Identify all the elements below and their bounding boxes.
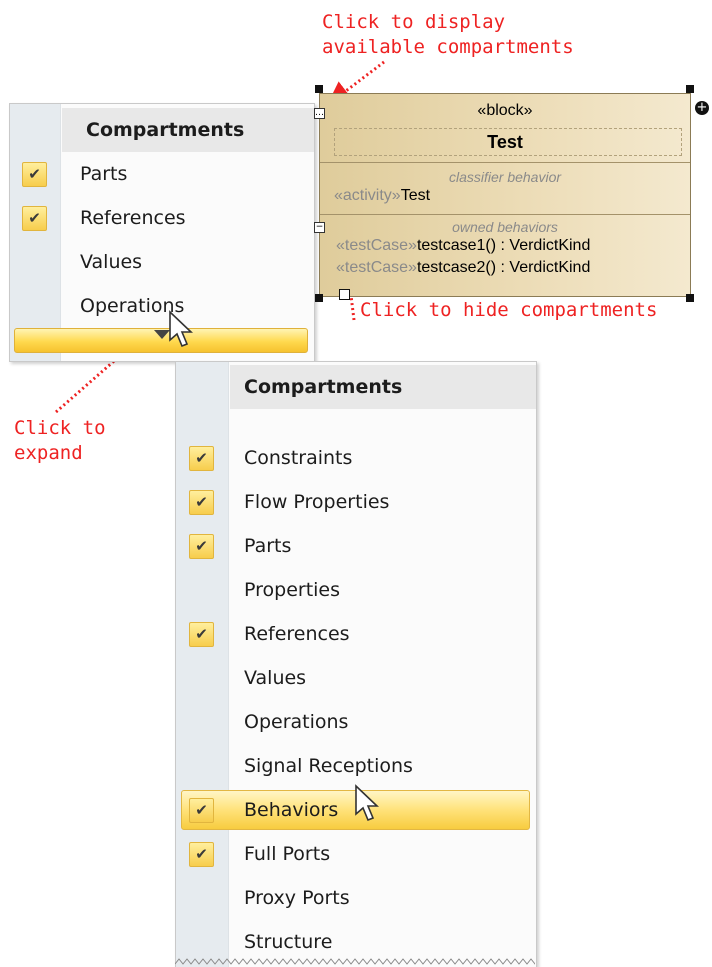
- hide-compartment-button[interactable]: −: [314, 222, 325, 233]
- owned-behavior-name: testcase1: [416, 237, 486, 254]
- block-name: Test: [487, 132, 523, 152]
- check-icon: ✔: [189, 621, 214, 647]
- compartment-item-label: Behaviors: [244, 799, 339, 821]
- annotation-hide-compartments: Click to hide compartments: [360, 299, 658, 321]
- compartment-item-label: Structure: [244, 931, 333, 953]
- dots-icon: …: [315, 108, 324, 118]
- owned-behaviors-caption: owned behaviors: [452, 219, 558, 235]
- compartment-item[interactable]: ✔ Flow Properties: [176, 480, 536, 524]
- owned-behavior-name: testcase2: [416, 259, 486, 276]
- owned-behavior-signature: () : VerdictKind: [485, 237, 591, 254]
- resize-handle-top-right[interactable]: [686, 85, 694, 93]
- compartment-item-label: Values: [80, 251, 143, 273]
- compartment-item[interactable]: ✔ Parts: [176, 524, 536, 568]
- compartment-item-label: Signal Receptions: [244, 755, 413, 777]
- show-compartments-button[interactable]: …: [314, 108, 325, 119]
- block-stereotype: «block»: [477, 102, 533, 119]
- cursor-pointer-icon: [169, 310, 193, 348]
- annotation-line: Click to display: [322, 11, 506, 33]
- owned-behavior-row[interactable]: «testCase»testcase1() : VerdictKind: [336, 237, 590, 255]
- owned-behaviors-compartment: owned behaviors «testCase»testcase1() : …: [320, 214, 690, 299]
- annotation-line: expand: [14, 442, 83, 464]
- menu-scroll-edge: [175, 958, 535, 965]
- cursor-pointer-icon: [355, 784, 379, 822]
- compartment-item[interactable]: ✔ Full Ports: [176, 832, 536, 876]
- resize-handle-bottom-left[interactable]: [315, 294, 323, 302]
- menu-header-label: Compartments: [86, 119, 245, 141]
- compartment-item-label: Values: [244, 667, 307, 689]
- collapse-icon: −: [315, 222, 324, 232]
- compartment-item[interactable]: ✔ Parts: [10, 152, 314, 196]
- compartments-menu-expanded: Compartments ✔ Constraints ✔ Flow Propertie…: [175, 361, 537, 967]
- port-marker-icon[interactable]: [339, 289, 350, 300]
- check-icon: ✔: [189, 445, 214, 471]
- compartment-item[interactable]: Values: [10, 240, 314, 284]
- check-icon: ✔: [189, 489, 214, 515]
- check-icon: ✔: [189, 533, 214, 559]
- compartment-item-label: Parts: [244, 535, 292, 557]
- check-icon: ✔: [22, 161, 47, 187]
- compartment-item[interactable]: ✔ References: [10, 196, 314, 240]
- menu-header-label: Compartments: [244, 376, 403, 398]
- owned-behavior-stereotype: «testCase»: [336, 237, 417, 254]
- owned-behavior-signature: () : VerdictKind: [485, 259, 591, 276]
- compartment-item-label: Operations: [244, 711, 349, 733]
- annotation-line: Click to: [14, 417, 106, 439]
- classifier-behavior-caption: classifier behavior: [448, 169, 562, 185]
- add-icon[interactable]: +: [695, 101, 709, 115]
- resize-handle-bottom-right[interactable]: [686, 294, 694, 302]
- compartment-item-label: References: [80, 207, 186, 229]
- annotation-expand: Click to expand: [14, 416, 106, 466]
- compartment-item-label: Properties: [244, 579, 341, 601]
- classifier-behavior-name: Test: [400, 187, 431, 204]
- compartment-item[interactable]: ✔ Constraints: [176, 436, 536, 480]
- check-icon: ✔: [189, 797, 214, 823]
- classifier-behavior-stereotype: «activity»: [334, 187, 401, 204]
- compartment-item[interactable]: Properties: [176, 568, 536, 612]
- compartment-item[interactable]: Values: [176, 656, 536, 700]
- check-icon: ✔: [22, 205, 47, 231]
- compartment-item-label: Full Ports: [244, 843, 331, 865]
- owned-behavior-row[interactable]: «testCase»testcase2() : VerdictKind: [336, 259, 590, 277]
- annotation-line: available compartments: [322, 36, 574, 58]
- compartment-item[interactable]: Proxy Ports: [176, 876, 536, 920]
- compartment-item[interactable]: ✔ References: [176, 612, 536, 656]
- resize-handle-top-left[interactable]: [315, 85, 323, 93]
- owned-behavior-stereotype: «testCase»: [336, 259, 417, 276]
- compartment-item[interactable]: Operations: [10, 284, 314, 328]
- add-icon-glyph: +: [696, 100, 708, 115]
- check-icon: ✔: [189, 841, 214, 867]
- compartment-item-label: Parts: [80, 163, 128, 185]
- compartments-menu-collapsed: Compartments ✔ Parts ✔ References Values Oper…: [9, 103, 315, 362]
- classifier-behavior-compartment: classifier behavior «activity»Test: [320, 162, 690, 215]
- classifier-behavior-value: «activity»Test: [334, 187, 430, 205]
- compartment-item-label: Proxy Ports: [244, 887, 350, 909]
- compartment-item[interactable]: Operations: [176, 700, 536, 744]
- menu-header: Compartments: [230, 365, 536, 409]
- compartment-item-label: Constraints: [244, 447, 353, 469]
- block-test[interactable]: «block» Test classifier behavior «activi…: [319, 93, 691, 297]
- compartment-item-label: References: [244, 623, 350, 645]
- annotation-display-compartments: Click to display available compartments: [322, 10, 574, 60]
- compartment-item[interactable]: Signal Receptions: [176, 744, 536, 788]
- compartment-item-label: Flow Properties: [244, 491, 390, 513]
- menu-header: Compartments: [62, 108, 314, 152]
